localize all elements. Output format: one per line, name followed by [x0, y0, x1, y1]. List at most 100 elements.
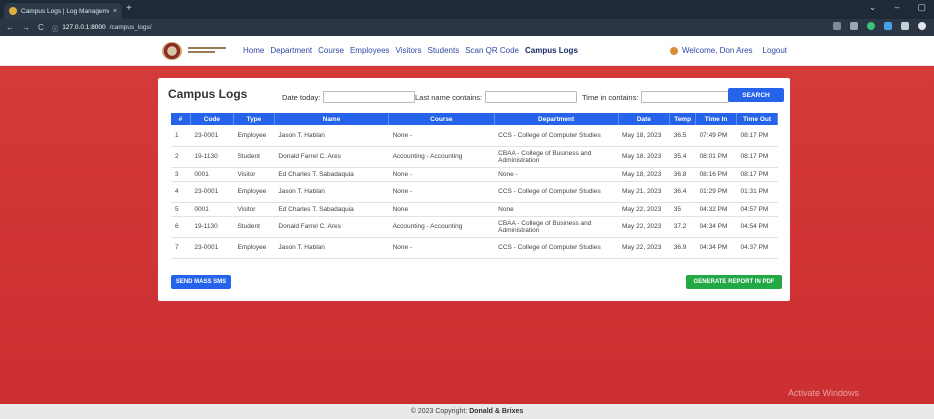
generate-report-pdf-button[interactable]: GENERATE REPORT IN PDF — [686, 275, 782, 289]
course-cell: None - — [388, 125, 495, 147]
lastname-filter: Last name contains: — [415, 91, 578, 103]
course-cell: None - — [388, 181, 495, 203]
type-cell: Student — [233, 146, 275, 168]
row-number: 4 — [171, 181, 191, 203]
table-row: 5 0001 Visitor Ed Charles T. Sabadaquia None… — [171, 202, 778, 217]
profile-avatar-icon[interactable] — [918, 22, 926, 30]
table-header-row: # Code Type Name Course Department Date … — [171, 113, 779, 125]
site-favicon-icon — [9, 7, 17, 15]
table-row: 7 23-0001 Employee Jason T. Hablan None - CCS… — [171, 237, 778, 259]
course-cell: None — [388, 202, 495, 217]
minimize-icon[interactable]: – — [894, 2, 899, 13]
school-logo-icon[interactable] — [162, 42, 182, 60]
nav-course[interactable]: Course — [318, 46, 344, 55]
code-cell: 0001 — [190, 202, 234, 217]
date-cell: May 22, 2023 — [618, 237, 670, 259]
course-cell: Accounting - Accounting — [388, 146, 495, 168]
school-name-logo — [188, 47, 226, 55]
maximize-icon[interactable]: ▢ — [917, 2, 926, 13]
extension-puzzle-icon[interactable] — [884, 22, 892, 30]
department-cell: CBAA - College of Business and Administr… — [494, 216, 619, 238]
table-row: 2 19-1130 Student Donald Farrel C. Ares Acco… — [171, 146, 778, 168]
time-out-cell: 04:54 PM — [736, 216, 778, 238]
time-out-cell: 04:37 PM — [736, 237, 778, 259]
tab-close-icon[interactable]: × — [113, 8, 117, 15]
type-cell: Employee — [233, 125, 275, 147]
table-row: 6 19-1130 Student Donald Farrel C. Ares Acco… — [171, 216, 778, 238]
campus-logs-card: Campus Logs Date today: Last name contai… — [158, 78, 790, 301]
table-row: 4 23-0001 Employee Jason T. Hablan None - CCS… — [171, 181, 778, 203]
new-tab-icon[interactable]: + — [126, 3, 132, 14]
temp-cell: 36.8 — [669, 167, 696, 182]
timein-input[interactable] — [641, 91, 730, 103]
department-cell: CCS - College of Computer Studies — [494, 237, 619, 259]
temp-cell: 35.4 — [669, 146, 696, 168]
date-filter: Date today: — [282, 91, 416, 103]
search-button[interactable]: SEARCH — [728, 88, 784, 102]
row-number: 6 — [171, 216, 191, 238]
page-title: Campus Logs — [168, 87, 248, 101]
type-cell: Visitor — [233, 167, 275, 182]
sidebar-icon[interactable] — [901, 22, 909, 30]
col-header: Type — [233, 113, 275, 125]
temp-cell: 36.9 — [669, 237, 696, 259]
temp-cell: 36.5 — [669, 125, 696, 147]
col-header: Name — [274, 113, 390, 125]
row-number: 3 — [171, 167, 191, 182]
nav-employees[interactable]: Employees — [350, 46, 390, 55]
user-area: Welcome, Don Ares Logout — [670, 46, 787, 55]
site-info-icon[interactable]: ⓘ — [52, 23, 59, 33]
timein-filter: Time in contains: — [582, 91, 730, 103]
nav-students[interactable]: Students — [428, 46, 460, 55]
back-icon[interactable]: ← — [6, 23, 14, 32]
activate-windows-watermark: Activate Windows — [788, 388, 860, 398]
time-out-cell: 08:17 PM — [736, 167, 778, 182]
nav-home[interactable]: Home — [243, 46, 264, 55]
temp-cell: 36.4 — [669, 181, 696, 203]
lastname-input[interactable] — [485, 91, 578, 103]
window-controls: ⌄ – ▢ — [869, 2, 926, 13]
url-host: 127.0.0.1:8000 — [62, 24, 106, 31]
date-input[interactable] — [323, 91, 416, 103]
type-cell: Employee — [233, 181, 275, 203]
code-cell: 19-1130 — [190, 216, 234, 238]
course-cell: None - — [388, 167, 495, 182]
type-cell: Student — [233, 216, 275, 238]
table-row: 3 0001 Visitor Ed Charles T. Sabadaquia None… — [171, 167, 778, 182]
nav-visitors[interactable]: Visitors — [396, 46, 422, 55]
code-cell: 23-0001 — [190, 237, 234, 259]
nav-campus-logs[interactable]: Campus Logs — [525, 46, 578, 55]
time-in-cell: 01:29 PM — [695, 181, 737, 203]
time-in-cell: 07:49 PM — [695, 125, 737, 147]
nav-scan-qr-code[interactable]: Scan QR Code — [465, 46, 519, 55]
row-number: 7 — [171, 237, 191, 259]
logout-link[interactable]: Logout — [763, 46, 787, 55]
department-cell: None - — [494, 167, 619, 182]
main-nav: Home Department Course Employees Visitor… — [243, 46, 584, 55]
code-cell: 19-1130 — [190, 146, 234, 168]
col-header: Course — [388, 113, 495, 125]
col-header: # — [171, 113, 191, 125]
send-mass-sms-button[interactable]: SEND MASS SMS — [171, 275, 231, 289]
reload-icon[interactable]: C — [38, 23, 44, 32]
campus-logs-table: # Code Type Name Course Department Date … — [171, 113, 779, 259]
browser-tab[interactable]: Campus Logs | Log Managemen × — [4, 3, 122, 19]
welcome-text: Welcome, Don Ares — [682, 46, 753, 55]
col-header: Code — [190, 113, 234, 125]
share-icon[interactable] — [833, 22, 841, 30]
department-cell: CBAA - College of Business and Administr… — [494, 146, 619, 168]
name-cell: Donald Farrel C. Ares — [274, 146, 389, 168]
date-cell: May 22, 2023 — [618, 216, 670, 238]
extension-green-icon[interactable] — [867, 22, 875, 30]
nav-department[interactable]: Department — [270, 46, 312, 55]
tab-search-icon[interactable]: ⌄ — [869, 2, 877, 13]
forward-icon[interactable]: → — [22, 23, 30, 32]
time-in-cell: 04:32 PM — [695, 202, 737, 217]
course-cell: Accounting - Accounting — [388, 216, 495, 238]
url-field[interactable]: ⓘ 127.0.0.1:8000/campus_logs/ — [52, 23, 152, 33]
temp-cell: 35 — [669, 202, 696, 217]
bookmark-star-icon[interactable] — [850, 22, 858, 30]
type-cell: Employee — [233, 237, 275, 259]
department-cell: CCS - College of Computer Studies — [494, 125, 619, 147]
department-cell: CCS - College of Computer Studies — [494, 181, 619, 203]
